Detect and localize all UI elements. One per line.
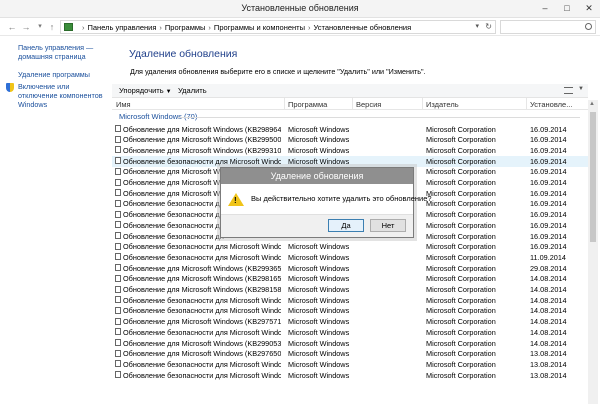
chevron-down-icon: ▼ — [165, 89, 172, 95]
sidebar-home-link[interactable]: Панель управления — домашняя страница — [18, 43, 108, 61]
scroll-up-icon[interactable]: ▲ — [589, 101, 595, 107]
table-row[interactable]: Обновление безопасности для Microsoft Wi… — [112, 252, 588, 263]
update-icon — [115, 189, 121, 197]
delete-button[interactable]: Удалить — [178, 86, 207, 95]
address-box[interactable]: › Панель управления › Программы › Программы и… — [60, 20, 496, 34]
update-icon — [115, 339, 121, 346]
update-icon — [115, 274, 121, 282]
organize-button[interactable]: Упорядочить ▼ — [119, 86, 172, 95]
shield-icon — [6, 83, 14, 92]
table-row[interactable]: Обновление безопасности для Microsoft Wi… — [112, 327, 588, 338]
table-row[interactable]: Обновление для Microsoft Windows (KB2995… — [112, 135, 588, 146]
update-icon — [115, 296, 121, 304]
search-icon[interactable] — [585, 23, 592, 30]
warning-mark-icon: ! — [234, 196, 237, 205]
update-icon — [115, 306, 121, 314]
yes-button[interactable]: Да — [328, 219, 364, 232]
vertical-scrollbar[interactable]: ▲ — [588, 100, 598, 404]
update-icon — [115, 232, 121, 239]
dialog-footer: Да Нет — [221, 214, 413, 237]
address-dropdown-icon[interactable]: ▾ — [475, 22, 479, 30]
scrollbar-thumb[interactable] — [590, 112, 596, 242]
column-header-publisher[interactable]: Издатель — [426, 100, 459, 109]
sidebar-uninstall-link[interactable]: Удаление программы — [18, 70, 90, 79]
update-icon — [115, 242, 121, 250]
update-icon — [115, 349, 121, 357]
update-icon — [115, 146, 121, 154]
breadcrumb-item[interactable]: Программы — [165, 23, 206, 32]
view-options-icon[interactable] — [564, 87, 573, 94]
window-titlebar: Установленные обновления – □ ✕ — [0, 0, 600, 18]
search-input[interactable] — [501, 21, 581, 33]
update-icon — [115, 135, 121, 143]
sidebar: Панель управления — домашняя страница Уд… — [0, 36, 112, 404]
update-icon — [115, 328, 121, 336]
address-bar: ← → ▾ ↑ › Панель управления › Программы › Про… — [0, 18, 600, 36]
dialog-message: Вы действительно хотите удалить это обно… — [251, 194, 432, 203]
breadcrumb-item[interactable]: Панель управления — [88, 23, 157, 32]
table-row[interactable]: Обновление для Microsoft Windows (KB2976… — [112, 349, 588, 360]
table-row[interactable]: Обновление для Microsoft Windows (KB2975… — [112, 317, 588, 328]
table-row[interactable]: Обновление безопасности для Microsoft Wi… — [112, 242, 588, 253]
dialog-title: Удаление обновления — [270, 171, 364, 181]
column-header-program[interactable]: Программа — [288, 100, 327, 109]
window-title: Установленные обновления — [241, 3, 359, 13]
table-row[interactable]: Обновление безопасности для Microsoft Wi… — [112, 359, 588, 370]
table-row[interactable]: Обновление для Microsoft Windows (KB2990… — [112, 338, 588, 349]
update-icon — [115, 167, 121, 175]
dialog-body: ! Вы действительно хотите удалить это об… — [221, 184, 432, 214]
column-header-installed[interactable]: Установле... — [530, 100, 572, 109]
up-arrow-icon[interactable]: ↑ — [46, 21, 58, 33]
update-icon — [115, 221, 121, 229]
page-title: Удаление обновления — [129, 48, 238, 60]
table-row-selected[interactable]: Обновление безопасности для Microsoft Wi… — [112, 156, 588, 167]
breadcrumb-item[interactable]: Программы и компоненты — [214, 23, 305, 32]
update-icon — [115, 157, 121, 165]
sidebar-features-link[interactable]: Включение или отключение компонентов Win… — [18, 82, 110, 109]
maximize-button[interactable]: □ — [556, 1, 578, 15]
column-header-name[interactable]: Имя — [116, 100, 131, 109]
close-button[interactable]: ✕ — [578, 1, 600, 15]
column-header-version[interactable]: Версия — [356, 100, 381, 109]
search-box[interactable] — [500, 20, 596, 34]
update-icon — [115, 360, 121, 368]
dialog-titlebar[interactable]: Удаление обновления — [221, 168, 413, 184]
update-icon — [115, 125, 121, 132]
table-row[interactable]: Обновление для Microsoft Windows (KB2993… — [112, 263, 588, 274]
update-icon — [115, 210, 121, 218]
table-row[interactable]: Обновление безопасности для Microsoft Wi… — [112, 306, 588, 317]
view-dropdown-icon[interactable]: ▼ — [578, 86, 584, 92]
toolbar: Упорядочить ▼ Удалить ▼ — [112, 84, 588, 98]
no-button[interactable]: Нет — [370, 219, 406, 232]
group-divider — [178, 117, 580, 118]
table-row[interactable]: Обновление для Microsoft Windows (KB2989… — [112, 124, 588, 135]
control-panel-icon — [64, 23, 73, 31]
table-row[interactable]: Обновление для Microsoft Windows (KB2981… — [112, 285, 588, 296]
update-icon — [115, 178, 121, 186]
column-headers: Имя Программа Версия Издатель Установле.… — [112, 98, 588, 110]
minimize-button[interactable]: – — [534, 1, 556, 15]
refresh-icon[interactable]: ↻ — [485, 22, 492, 31]
update-icon — [115, 264, 121, 272]
page-description: Для удаления обновления выберите его в с… — [130, 67, 426, 76]
table-row[interactable]: Обновление для Microsoft Windows (KB2981… — [112, 274, 588, 285]
update-icon — [115, 371, 121, 379]
forward-arrow-icon[interactable]: → — [20, 21, 32, 33]
update-icon — [115, 199, 121, 207]
update-icon — [115, 253, 121, 261]
table-row[interactable]: Обновление безопасности для Microsoft Wi… — [112, 370, 588, 381]
update-icon — [115, 317, 121, 325]
confirm-dialog: Удаление обновления ! Вы действительно х… — [220, 167, 432, 238]
breadcrumb: › Панель управления › Программы › Программы и… — [82, 23, 412, 32]
table-row[interactable]: Обновление безопасности для Microsoft Wi… — [112, 295, 588, 306]
table-row[interactable]: Обновление для Microsoft Windows (KB2993… — [112, 145, 588, 156]
back-arrow-icon[interactable]: ← — [6, 21, 18, 33]
breadcrumb-item[interactable]: Установленные обновления — [314, 23, 412, 32]
recent-dropdown-icon[interactable]: ▾ — [34, 21, 46, 33]
update-icon — [115, 285, 121, 293]
